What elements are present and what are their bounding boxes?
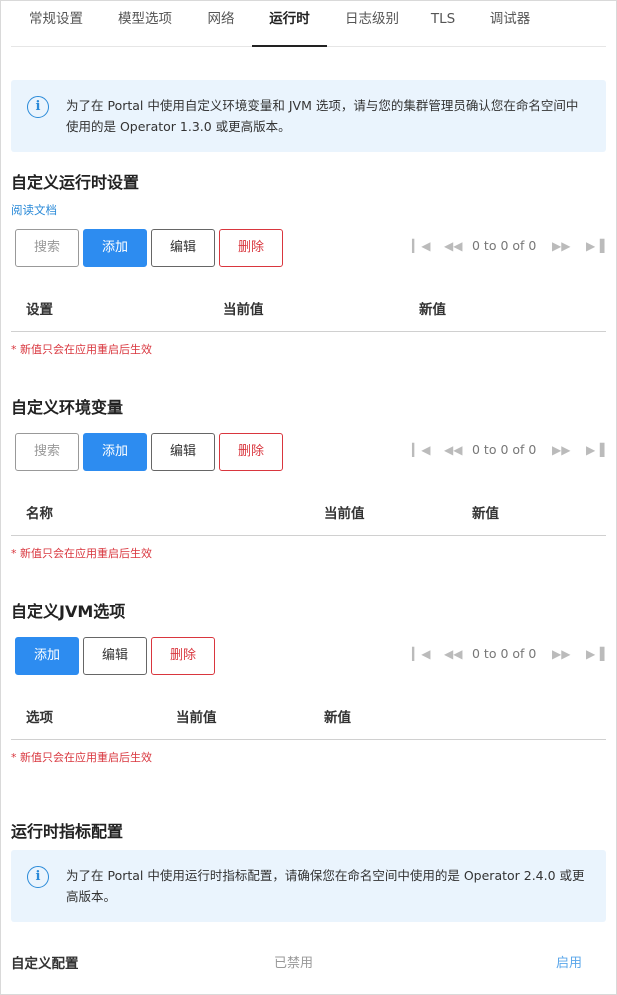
column-header[interactable]: 当前值 [223, 288, 264, 332]
column-header[interactable]: 当前值 [176, 696, 217, 740]
jvm-edit-button[interactable]: 编辑 [83, 637, 147, 675]
metrics-info-banner: i 为了在 Portal 中使用运行时指标配置，请确保您在命名空间中使用的是 O… [11, 850, 606, 922]
env-edit-button[interactable]: 编辑 [151, 433, 215, 471]
info-banner-text: 为了在 Portal 中使用自定义环境变量和 JVM 选项，请与您的集群管理员确… [66, 98, 579, 134]
env-delete-button[interactable]: 删除 [219, 433, 283, 471]
runtime-edit-button[interactable]: 编辑 [151, 229, 215, 267]
prev-page-icon[interactable]: ◀◀ [444, 644, 462, 664]
next-page-icon[interactable]: ▶▶ [552, 236, 570, 256]
column-header[interactable]: 新值 [419, 288, 446, 332]
pager-text: 0 to 0 of 0 [472, 442, 537, 457]
runtime-pager: ▎◀ ◀◀ 0 to 0 of 0 ▶▶ ▶▐ [410, 236, 606, 256]
tab-runtime[interactable]: 运行时 [252, 0, 327, 47]
env-add-button[interactable]: 添加 [83, 433, 147, 471]
runtime-settings-title: 自定义运行时设置 [11, 173, 140, 192]
tab-general[interactable]: 常规设置 [17, 0, 95, 47]
runtime-add-button[interactable]: 添加 [83, 229, 147, 267]
first-page-icon[interactable]: ▎◀ [412, 236, 430, 256]
runtime-table-header: 设置 当前值 新值 [11, 288, 606, 332]
info-icon: i [27, 866, 49, 888]
tab-network[interactable]: 网络 [197, 0, 245, 47]
enable-link[interactable]: 启用 [556, 952, 582, 971]
restart-note: * 新值只会在应用重启后生效 [11, 751, 152, 764]
tab-log-level[interactable]: 日志级别 [335, 0, 409, 47]
runtime-delete-button[interactable]: 删除 [219, 229, 283, 267]
restart-note: * 新值只会在应用重启后生效 [11, 547, 152, 560]
runtime-search-button[interactable]: 搜索 [15, 229, 79, 267]
prev-page-icon[interactable]: ◀◀ [444, 236, 462, 256]
tab-bar: 常规设置 模型选项 网络 运行时 日志级别 TLS 调试器 [11, 0, 606, 47]
column-header[interactable]: 当前值 [324, 492, 365, 536]
pager-text: 0 to 0 of 0 [472, 238, 537, 253]
jvm-delete-button[interactable]: 删除 [151, 637, 215, 675]
last-page-icon[interactable]: ▶▐ [586, 440, 604, 460]
runtime-metrics-title: 运行时指标配置 [11, 822, 124, 841]
info-icon: i [27, 96, 49, 118]
metrics-banner-text: 为了在 Portal 中使用运行时指标配置，请确保您在命名空间中使用的是 Ope… [66, 868, 585, 904]
pager-text: 0 to 0 of 0 [472, 646, 537, 661]
next-page-icon[interactable]: ▶▶ [552, 644, 570, 664]
first-page-icon[interactable]: ▎◀ [412, 440, 430, 460]
tab-tls[interactable]: TLS [421, 0, 465, 47]
info-banner: i 为了在 Portal 中使用自定义环境变量和 JVM 选项，请与您的集群管理… [11, 80, 606, 152]
last-page-icon[interactable]: ▶▐ [586, 236, 604, 256]
column-header[interactable]: 设置 [26, 288, 53, 332]
jvm-add-button[interactable]: 添加 [15, 637, 79, 675]
tab-model-options[interactable]: 模型选项 [106, 0, 184, 47]
prev-page-icon[interactable]: ◀◀ [444, 440, 462, 460]
env-vars-title: 自定义环境变量 [11, 398, 124, 417]
tab-debugger[interactable]: 调试器 [479, 0, 541, 47]
restart-note: * 新值只会在应用重启后生效 [11, 343, 152, 356]
column-header[interactable]: 新值 [324, 696, 351, 740]
env-table-header: 名称 当前值 新值 [11, 492, 606, 536]
column-header[interactable]: 选项 [26, 696, 53, 740]
custom-config-status: 已禁用 [274, 956, 314, 971]
column-header[interactable]: 名称 [26, 492, 53, 536]
first-page-icon[interactable]: ▎◀ [412, 644, 430, 664]
jvm-options-title: 自定义JVM选项 [11, 602, 126, 621]
jvm-pager: ▎◀ ◀◀ 0 to 0 of 0 ▶▶ ▶▐ [410, 644, 606, 664]
custom-config-label: 自定义配置 [11, 956, 79, 972]
read-docs-link[interactable]: 阅读文档 [11, 202, 57, 218]
jvm-table-header: 选项 当前值 新值 [11, 696, 606, 740]
column-header[interactable]: 新值 [472, 492, 499, 536]
env-search-button[interactable]: 搜索 [15, 433, 79, 471]
env-pager: ▎◀ ◀◀ 0 to 0 of 0 ▶▶ ▶▐ [410, 440, 606, 460]
last-page-icon[interactable]: ▶▐ [586, 644, 604, 664]
next-page-icon[interactable]: ▶▶ [552, 440, 570, 460]
